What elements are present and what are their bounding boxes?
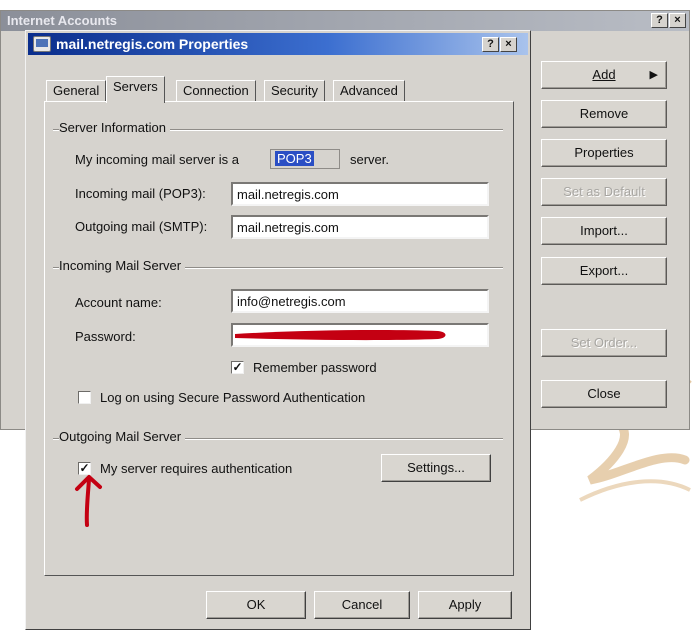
remove-button[interactable]: Remove xyxy=(541,100,667,128)
dialog-help-button[interactable]: ? xyxy=(482,37,499,52)
help-button[interactable]: ? xyxy=(651,13,668,28)
tab-advanced[interactable]: Advanced xyxy=(333,80,405,102)
tab-general[interactable]: General xyxy=(46,80,107,102)
dialog-title: mail.netregis.com Properties xyxy=(56,36,249,52)
server-information-label: Server Information xyxy=(59,120,170,135)
server-type-display: POP3 xyxy=(270,149,340,169)
dialog-title-bar: mail.netregis.com Properties xyxy=(28,33,528,55)
server-type-value: POP3 xyxy=(275,151,314,166)
dialog-close-button[interactable]: × xyxy=(500,37,517,52)
account-properties-dialog: mail.netregis.com Properties ? × General… xyxy=(25,30,531,630)
close-window-button[interactable]: × xyxy=(669,13,686,28)
outgoing-mail-label: Outgoing mail (SMTP): xyxy=(75,219,208,234)
tab-security[interactable]: Security xyxy=(264,80,325,102)
outgoing-settings-button[interactable]: Settings... xyxy=(381,454,491,482)
outgoing-mail-field[interactable]: mail.netregis.com xyxy=(231,215,489,239)
mail-account-icon xyxy=(33,36,51,52)
remember-password-checkbox[interactable]: ✓ xyxy=(231,361,244,374)
servers-tab-panel: Server Information My incoming mail serv… xyxy=(44,101,514,576)
set-order-button[interactable]: Set Order... xyxy=(541,329,667,357)
add-button[interactable]: Add ▶ xyxy=(541,61,667,89)
internet-accounts-title-bar: Internet Accounts xyxy=(1,11,689,31)
incoming-server-type-suffix: server. xyxy=(350,152,390,167)
incoming-server-type-prefix: My incoming mail server is a xyxy=(75,152,239,167)
account-name-field[interactable]: info@netregis.com xyxy=(231,289,489,313)
remember-password-label: Remember password xyxy=(253,360,377,375)
secure-password-auth-label: Log on using Secure Password Authenticat… xyxy=(100,390,366,405)
close-button[interactable]: Close xyxy=(541,380,667,408)
cancel-button[interactable]: Cancel xyxy=(314,591,410,619)
tab-connection[interactable]: Connection xyxy=(176,80,256,102)
ok-button[interactable]: OK xyxy=(206,591,306,619)
export-button[interactable]: Export... xyxy=(541,257,667,285)
incoming-mail-label: Incoming mail (POP3): xyxy=(75,186,206,201)
submenu-arrow-icon: ▶ xyxy=(649,69,658,81)
tab-servers[interactable]: Servers xyxy=(106,76,165,103)
outgoing-mail-server-label: Outgoing Mail Server xyxy=(59,429,186,444)
import-button[interactable]: Import... xyxy=(541,217,667,245)
internet-accounts-title: Internet Accounts xyxy=(7,13,118,28)
secure-password-auth-checkbox[interactable] xyxy=(78,391,91,404)
server-requires-auth-label: My server requires authentication xyxy=(100,461,293,476)
incoming-mail-server-label: Incoming Mail Server xyxy=(59,258,186,273)
password-label: Password: xyxy=(75,329,136,344)
red-annotation-arrow-icon xyxy=(75,475,102,527)
password-field[interactable] xyxy=(231,323,489,347)
incoming-mail-field[interactable]: mail.netregis.com xyxy=(231,182,489,206)
apply-button[interactable]: Apply xyxy=(418,591,512,619)
set-as-default-button[interactable]: Set as Default xyxy=(541,178,667,206)
password-redaction-mark xyxy=(235,330,446,341)
account-name-label: Account name: xyxy=(75,295,162,310)
properties-button[interactable]: Properties xyxy=(541,139,667,167)
